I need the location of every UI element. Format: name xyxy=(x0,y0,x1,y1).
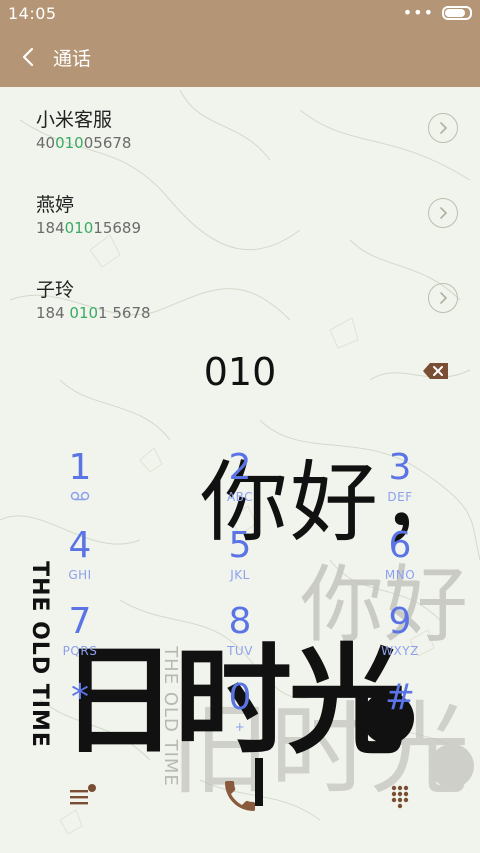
call-button[interactable] xyxy=(220,776,260,816)
key-8[interactable]: 8 TUV xyxy=(180,602,300,682)
contact-row[interactable]: 燕婷 18401015689 xyxy=(0,172,480,257)
phone-icon xyxy=(225,781,255,811)
contact-suggestion-list: 小米客服 4001005678 燕婷 18401015689 子玲 184 01… xyxy=(0,87,480,342)
dialpad-icon xyxy=(391,785,409,809)
contact-row[interactable]: 小米客服 4001005678 xyxy=(0,87,480,172)
key-7[interactable]: 7 PQRS xyxy=(20,602,140,682)
key-0[interactable]: 0 + xyxy=(180,678,300,758)
chevron-left-icon xyxy=(22,47,34,67)
contact-name: 小米客服 xyxy=(36,109,113,131)
key-4[interactable]: 4 GHI xyxy=(20,526,140,606)
menu-button[interactable] xyxy=(62,776,102,816)
number-match-highlight: 010 xyxy=(55,134,84,152)
app-header: 通话 xyxy=(0,28,480,87)
key-hash[interactable]: # xyxy=(340,678,460,758)
contact-detail-button[interactable] xyxy=(428,198,458,228)
key-3[interactable]: 3 DEF xyxy=(340,448,460,528)
key-2[interactable]: 2 ABC xyxy=(180,448,300,528)
number-match-highlight: 010 xyxy=(64,219,94,237)
contact-number: 184 0101 5678 xyxy=(36,304,151,322)
chevron-right-icon xyxy=(440,122,448,134)
dialed-number: 010 xyxy=(203,350,277,394)
key-6[interactable]: 6 MNO xyxy=(340,526,460,606)
notification-dots-icon: ••• xyxy=(402,3,434,22)
contact-detail-button[interactable] xyxy=(428,283,458,313)
page-title: 通话 xyxy=(53,48,92,70)
back-button[interactable] xyxy=(14,40,46,74)
chevron-right-icon xyxy=(440,292,448,304)
contact-name: 子玲 xyxy=(36,279,75,301)
key-star[interactable]: * xyxy=(20,678,140,758)
key-5[interactable]: 5 JKL xyxy=(180,526,300,606)
backspace-button[interactable] xyxy=(422,362,450,380)
contact-number: 18401015689 xyxy=(36,219,141,237)
status-indicators: ••• xyxy=(402,3,472,22)
backspace-icon xyxy=(423,363,448,379)
contact-number: 4001005678 xyxy=(36,134,132,152)
voicemail-icon xyxy=(20,488,140,506)
dialpad: 1 2 ABC 3 DEF 4 GHI 5 JKL 6 MNO 7 PQRS 8… xyxy=(0,448,480,748)
key-9[interactable]: 9 WXYZ xyxy=(340,602,460,682)
menu-icon xyxy=(70,784,96,805)
dialpad-toggle-button[interactable] xyxy=(380,776,420,816)
contact-detail-button[interactable] xyxy=(428,113,458,143)
battery-level xyxy=(445,9,465,17)
chevron-right-icon xyxy=(440,207,448,219)
number-match-highlight: 010 xyxy=(69,304,99,322)
battery-icon xyxy=(442,6,472,20)
key-1[interactable]: 1 xyxy=(20,448,140,528)
bottom-action-bar xyxy=(0,768,480,828)
contact-name: 燕婷 xyxy=(36,194,75,216)
status-time: 14:05 xyxy=(8,4,57,23)
status-bar: 14:05 ••• xyxy=(0,0,480,28)
contact-row[interactable]: 子玲 184 0101 5678 xyxy=(0,257,480,342)
